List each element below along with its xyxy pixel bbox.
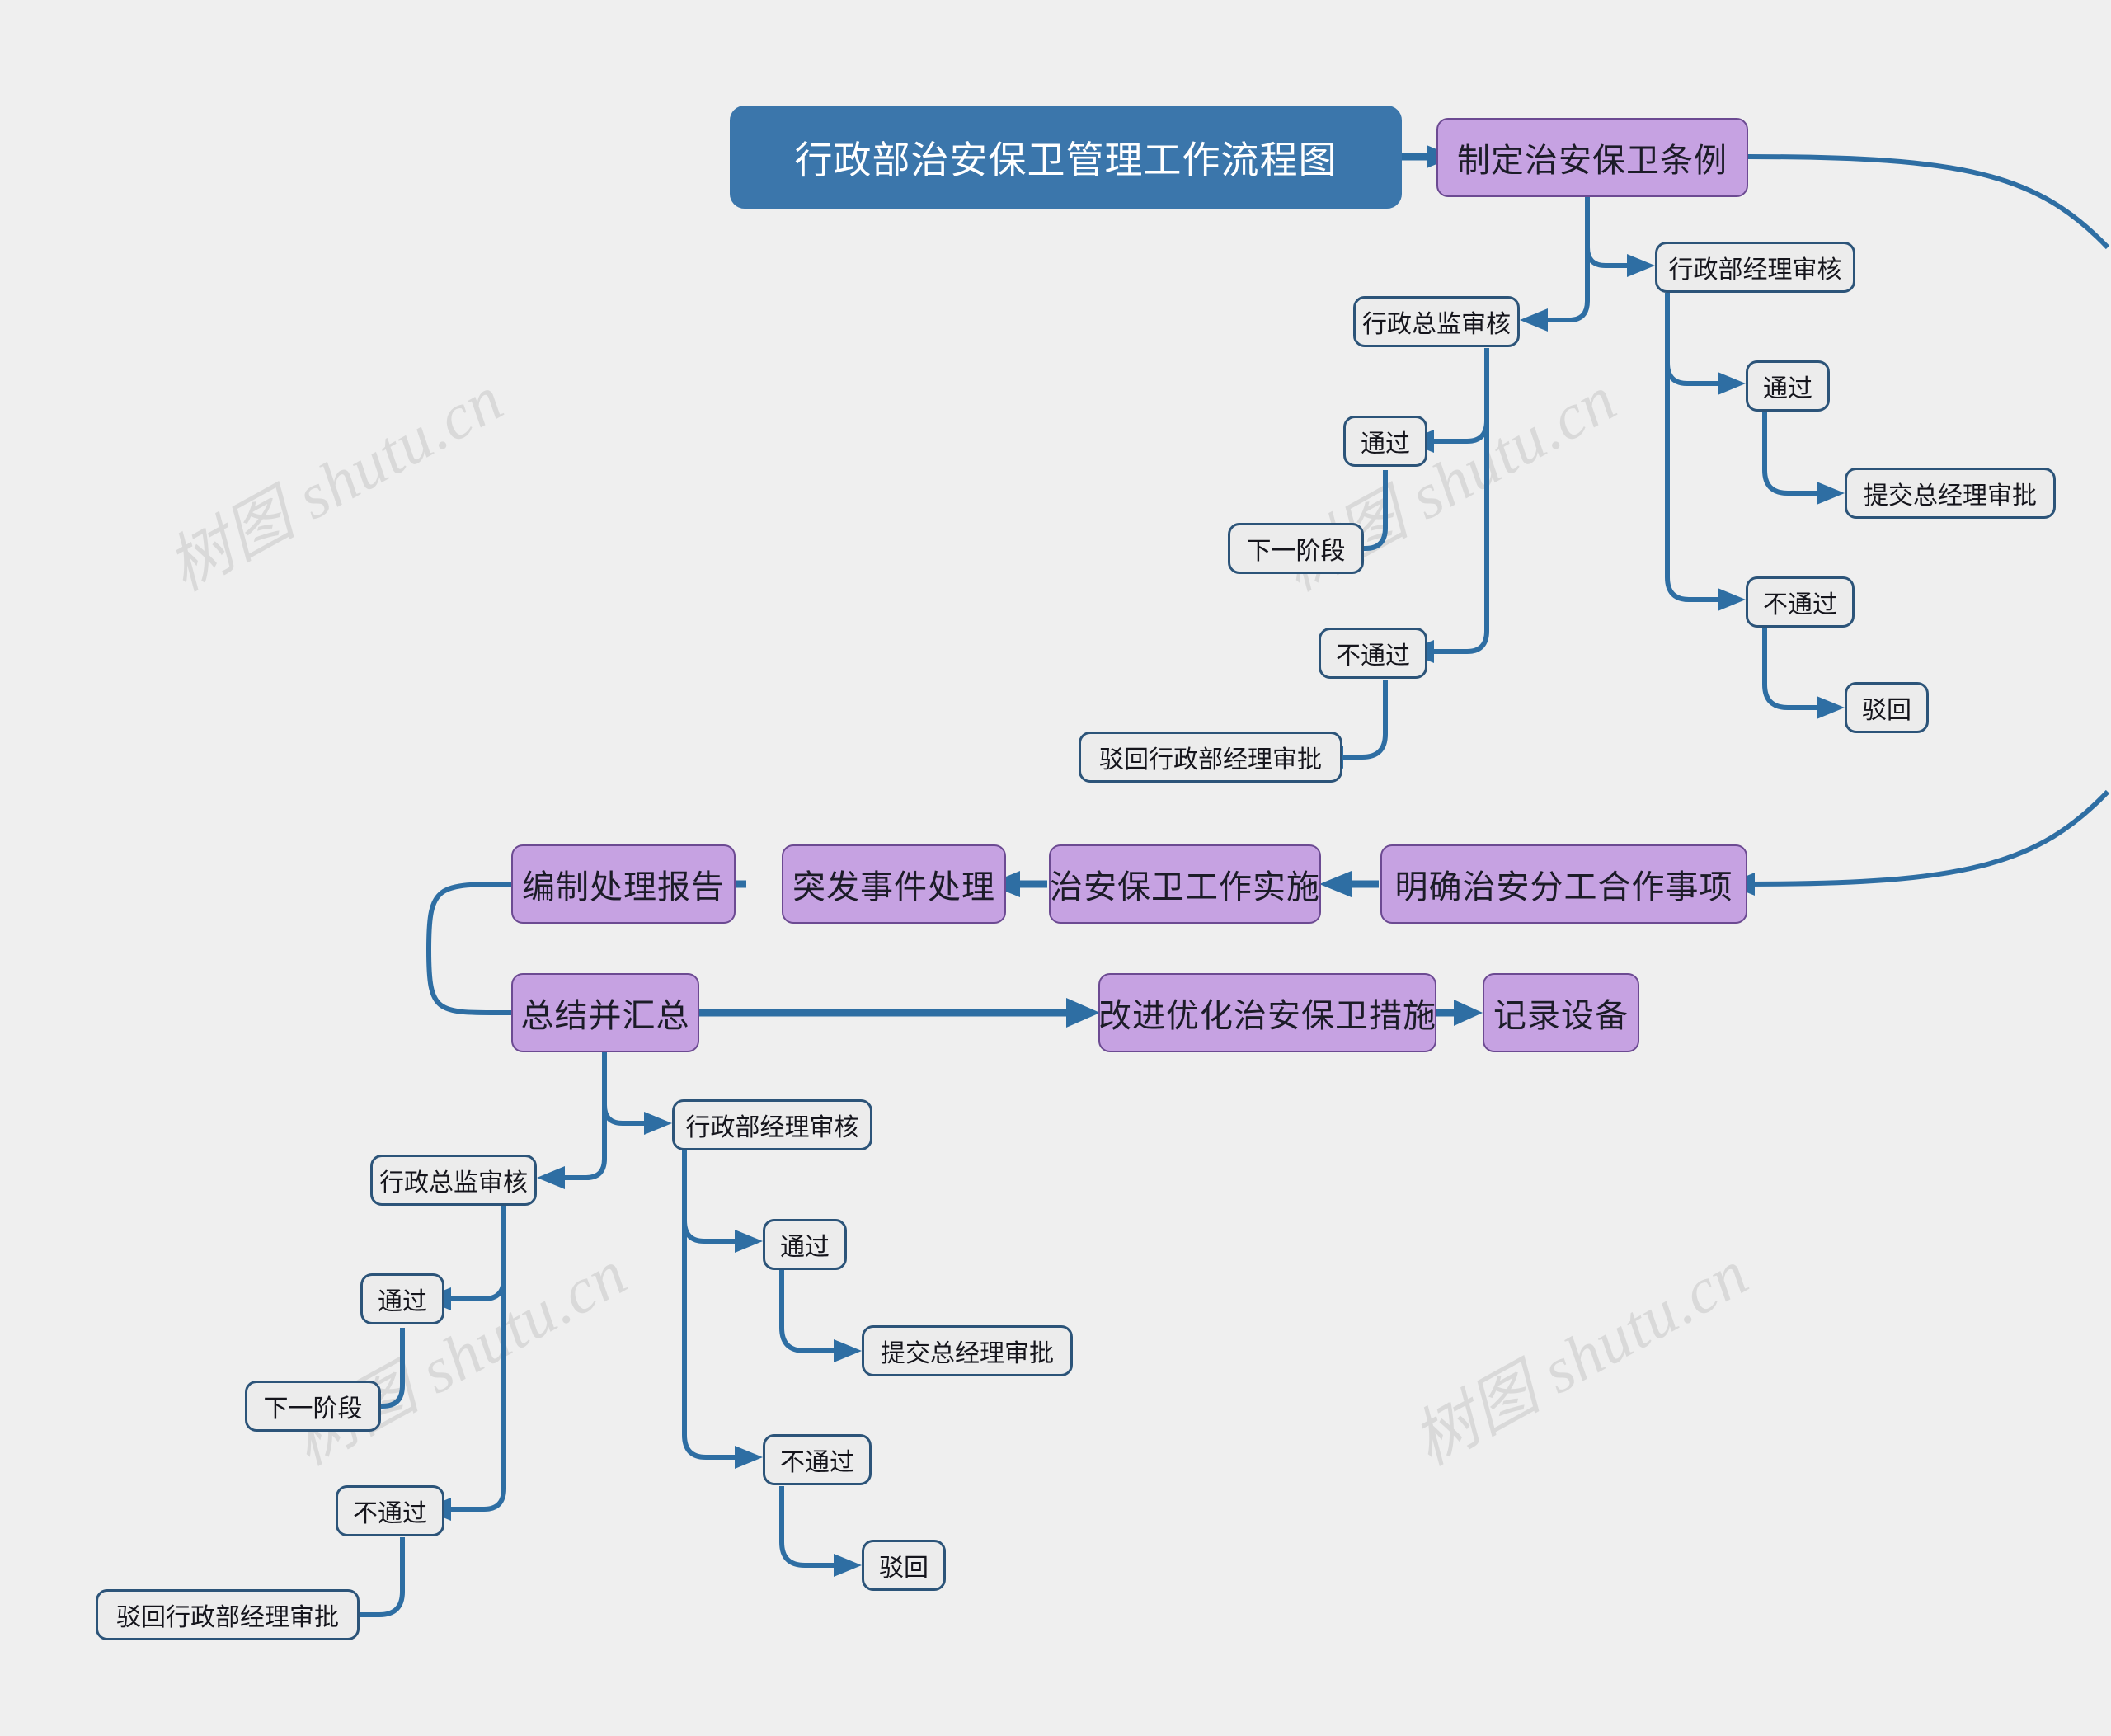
node-clarify-cooperation[interactable]: 明确治安分工合作事项 (1380, 844, 1747, 924)
node-top-admin-director-review[interactable]: 行政总监审核 (1353, 296, 1520, 347)
node-label: 行政部经理审核 (685, 1114, 859, 1141)
node-label: 通过 (1763, 375, 1812, 402)
node-label: 驳回行政部经理审批 (1099, 746, 1322, 774)
node-top-director-fail[interactable]: 不通过 (1319, 628, 1427, 679)
node-label: 下一阶段 (263, 1395, 363, 1423)
node-label: 通过 (378, 1288, 427, 1315)
watermark: 树图 shutu.cn (156, 362, 515, 605)
node-label: 制定治安保卫条例 (1457, 143, 1728, 179)
node-bottom-manager-fail[interactable]: 不通过 (763, 1434, 872, 1485)
node-label: 不通过 (780, 1449, 854, 1476)
node-label: 不通过 (353, 1500, 427, 1527)
node-label: 治安保卫工作实施 (1050, 869, 1320, 906)
node-label: 编制处理报告 (522, 869, 725, 906)
node-top-next-stage[interactable]: 下一阶段 (1228, 523, 1364, 574)
node-bottom-admin-director-review[interactable]: 行政总监审核 (370, 1155, 537, 1206)
node-bottom-reject-to-admin-manager[interactable]: 驳回行政部经理审批 (96, 1589, 360, 1640)
node-top-manager-pass[interactable]: 通过 (1746, 360, 1830, 412)
node-top-admin-manager-review[interactable]: 行政部经理审核 (1655, 242, 1855, 293)
node-label: 行政总监审核 (1362, 311, 1511, 338)
node-bottom-manager-pass[interactable]: 通过 (763, 1219, 847, 1270)
node-improve-measures[interactable]: 改进优化治安保卫措施 (1098, 973, 1436, 1052)
node-top-submit-to-general-manager[interactable]: 提交总经理审批 (1845, 468, 2056, 519)
node-bottom-manager-reject[interactable]: 驳回 (862, 1540, 946, 1591)
node-bottom-submit-to-general-manager[interactable]: 提交总经理审批 (862, 1325, 1073, 1376)
node-top-main[interactable]: 制定治安保卫条例 (1436, 118, 1748, 197)
node-label: 突发事件处理 (792, 869, 995, 906)
node-root-title[interactable]: 行政部治安保卫管理工作流程图 (730, 106, 1402, 209)
node-label: 通过 (780, 1234, 830, 1261)
node-top-director-pass[interactable]: 通过 (1343, 416, 1427, 467)
node-top-reject-to-admin-manager[interactable]: 驳回行政部经理审批 (1079, 732, 1342, 783)
node-label: 行政部经理审核 (1668, 256, 1842, 284)
node-label: 改进优化治安保卫措施 (1098, 998, 1436, 1034)
node-bottom-director-fail[interactable]: 不通过 (336, 1485, 444, 1536)
watermark: 树图 shutu.cn (1401, 1236, 1760, 1479)
watermark: 树图 shutu.cn (280, 1236, 638, 1479)
node-label: 记录设备 (1493, 998, 1629, 1034)
node-security-implementation[interactable]: 治安保卫工作实施 (1049, 844, 1321, 924)
node-label: 提交总经理审批 (881, 1340, 1054, 1367)
node-bottom-director-pass[interactable]: 通过 (360, 1273, 444, 1324)
node-label: 明确治安分工合作事项 (1394, 869, 1733, 906)
node-label: 不通过 (1763, 591, 1837, 619)
node-summarize[interactable]: 总结并汇总 (511, 973, 699, 1052)
node-label: 驳回 (1862, 697, 1911, 724)
node-emergency-handling[interactable]: 突发事件处理 (782, 844, 1006, 924)
node-label: 提交总经理审批 (1864, 482, 2037, 510)
node-label: 不通过 (1336, 642, 1410, 670)
node-top-manager-reject[interactable]: 驳回 (1845, 682, 1929, 733)
node-top-manager-fail[interactable]: 不通过 (1746, 576, 1855, 628)
node-label: 驳回 (879, 1555, 929, 1582)
node-label: 总结并汇总 (520, 998, 690, 1034)
node-label: 驳回行政部经理审批 (116, 1604, 339, 1631)
node-bottom-admin-manager-review[interactable]: 行政部经理审核 (672, 1099, 872, 1150)
flowchart-canvas: 树图 shutu.cn 树图 shutu.cn 树图 shutu.cn 树图 s… (0, 0, 2111, 1736)
node-compile-report[interactable]: 编制处理报告 (511, 844, 736, 924)
node-label: 通过 (1361, 430, 1410, 458)
node-label: 行政总监审核 (379, 1169, 528, 1197)
node-record-equipment[interactable]: 记录设备 (1483, 973, 1639, 1052)
node-bottom-next-stage[interactable]: 下一阶段 (245, 1381, 381, 1432)
node-label: 行政部治安保卫管理工作流程图 (794, 138, 1338, 181)
node-label: 下一阶段 (1246, 538, 1346, 565)
